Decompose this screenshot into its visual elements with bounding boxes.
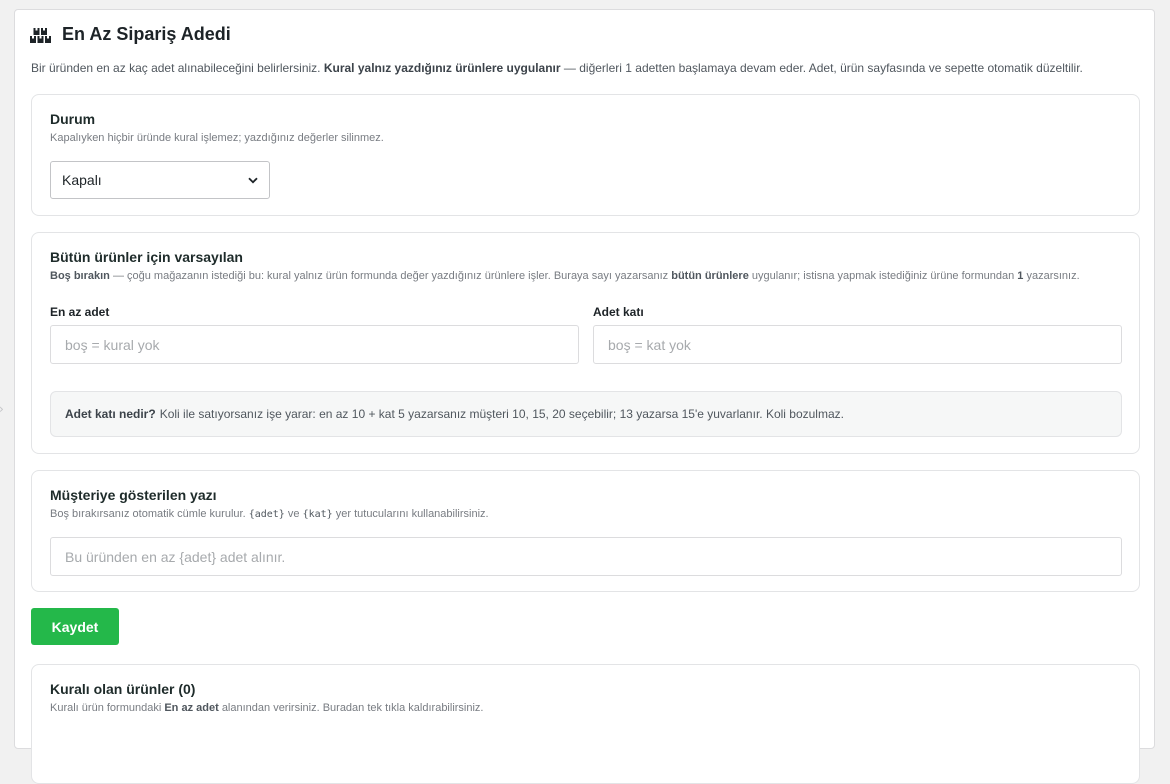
rules-sub-bold: En az adet	[164, 702, 219, 714]
defaults-card: Bütün ürünler için varsayılan Boş bırakı…	[31, 232, 1140, 454]
defaults-sub-bold-1: Boş bırakın	[50, 270, 110, 282]
save-button[interactable]: Kaydet	[31, 608, 119, 645]
defaults-sub-text-1: — çoğu mağazanın istediği bu: kural yaln…	[112, 270, 669, 282]
defaults-sub-bold-3: 1	[1017, 270, 1024, 282]
min-quantity-label: En az adet	[50, 305, 110, 319]
min-quantity-input[interactable]	[50, 325, 579, 364]
status-card: Durum Kapalıyken hiçbir üründe kural işl…	[31, 94, 1140, 216]
chevron-down-icon	[248, 177, 258, 184]
info-text: Koli ile satıyorsanız işe yarar: en az 1…	[159, 407, 844, 421]
status-card-subtitle: Kapalıyken hiçbir üründe kural işlemez; …	[50, 132, 384, 144]
intro-text-rest: — diğerleri 1 adetten başlamaya devam ed…	[563, 61, 1083, 75]
intro-emphasis: Kural yalnız yazdığınız ürünlere uygulan…	[323, 61, 561, 75]
page-header: En Az Sipariş Adedi	[30, 22, 231, 46]
defaults-sub-bold-2: bütün ürünlere	[671, 270, 749, 282]
settings-panel: En Az Sipariş Adedi Bir üründen en az ka…	[14, 9, 1155, 784]
placeholder-token-adet: {adet}	[248, 509, 285, 520]
quantity-multiple-input[interactable]	[593, 325, 1122, 364]
defaults-sub-text-3: yazarsınız.	[1026, 270, 1080, 282]
message-sub-text-3: yer tutucularını kullanabilirsiniz.	[335, 508, 489, 520]
rules-sub-text-2: alanından verirsiniz. Buradan tek tıkla …	[221, 702, 484, 714]
placeholder-token-kat: {kat}	[302, 509, 333, 520]
defaults-sub-text-2: uygulanır; istisna yapmak istediğiniz ür…	[751, 270, 1015, 282]
page-intro: Bir üründen en az kaç adet alınabileceği…	[31, 61, 1083, 75]
message-card: Müşteriye gösterilen yazı Boş bırakırsan…	[31, 470, 1140, 592]
status-select[interactable]: Kapalı	[50, 161, 270, 199]
message-card-subtitle: Boş bırakırsanız otomatik cümle kurulur.…	[50, 508, 489, 520]
rules-card-title: Kuralı olan ürünler (0)	[50, 681, 196, 697]
collapse-chevron-icon: ›	[0, 402, 4, 416]
rules-card: Kuralı olan ürünler (0) Kuralı ürün form…	[31, 664, 1140, 784]
message-sub-text-1: Boş bırakırsanız otomatik cümle kurulur.	[50, 508, 246, 520]
rules-card-subtitle: Kuralı ürün formundaki En az adet alanın…	[50, 702, 484, 714]
boxes-icon	[30, 25, 51, 43]
info-heading: Adet katı nedir?	[65, 407, 156, 421]
page-title: En Az Sipariş Adedi	[62, 23, 231, 44]
customer-message-input[interactable]	[50, 537, 1122, 576]
quantity-multiple-label: Adet katı	[593, 305, 644, 319]
rules-sub-text-1: Kuralı ürün formundaki	[50, 702, 162, 714]
intro-text: Bir üründen en az kaç adet alınabileceği…	[31, 61, 321, 75]
message-card-title: Müşteriye gösterilen yazı	[50, 487, 217, 503]
multiple-info-box: Adet katı nedir? Koli ile satıyorsanız i…	[50, 391, 1122, 437]
defaults-card-subtitle: Boş bırakın — çoğu mağazanın istediği bu…	[50, 270, 1080, 282]
message-sub-text-2: ve	[287, 508, 300, 520]
status-select-value: Kapalı	[62, 172, 102, 188]
status-card-title: Durum	[50, 111, 96, 127]
defaults-card-title: Bütün ürünler için varsayılan	[50, 249, 243, 265]
